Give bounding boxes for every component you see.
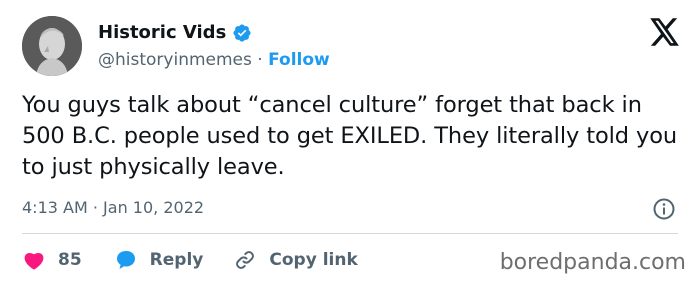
date-separator: · xyxy=(92,198,98,217)
tweet-date: Jan 10, 2022 xyxy=(103,198,205,217)
follow-button[interactable]: Follow xyxy=(268,50,330,70)
tweet-time: 4:13 AM xyxy=(22,198,88,217)
tweet-timestamp[interactable]: 4:13 AM · Jan 10, 2022 xyxy=(22,198,204,217)
handle-row: @historyinmemes · Follow xyxy=(98,50,330,70)
avatar[interactable] xyxy=(22,16,82,76)
handle-separator: · xyxy=(257,50,263,70)
x-logo-icon[interactable] xyxy=(650,18,680,46)
info-icon[interactable] xyxy=(652,197,676,221)
like-button[interactable]: 85 xyxy=(22,248,82,272)
heart-icon xyxy=(24,252,44,270)
link-icon xyxy=(236,251,255,269)
avatar-portrait xyxy=(22,16,82,76)
tweet-text: You guys talk about “cancel culture” for… xyxy=(22,92,678,180)
divider xyxy=(22,233,678,234)
reply-bubble-icon xyxy=(116,251,135,269)
verified-badge-icon xyxy=(233,23,251,42)
watermark: boredpanda.com xyxy=(499,250,686,275)
author-name[interactable]: Historic Vids xyxy=(98,22,226,43)
action-bar: 85 Reply Copy link xyxy=(22,248,358,272)
likes-count: 85 xyxy=(58,250,82,270)
copy-link-label: Copy link xyxy=(269,250,358,270)
reply-button[interactable]: Reply xyxy=(114,248,204,272)
author-handle[interactable]: @historyinmemes xyxy=(98,50,252,70)
reply-label: Reply xyxy=(149,250,204,270)
author-name-row: Historic Vids xyxy=(98,22,252,43)
copy-link-button[interactable]: Copy link xyxy=(233,248,358,272)
